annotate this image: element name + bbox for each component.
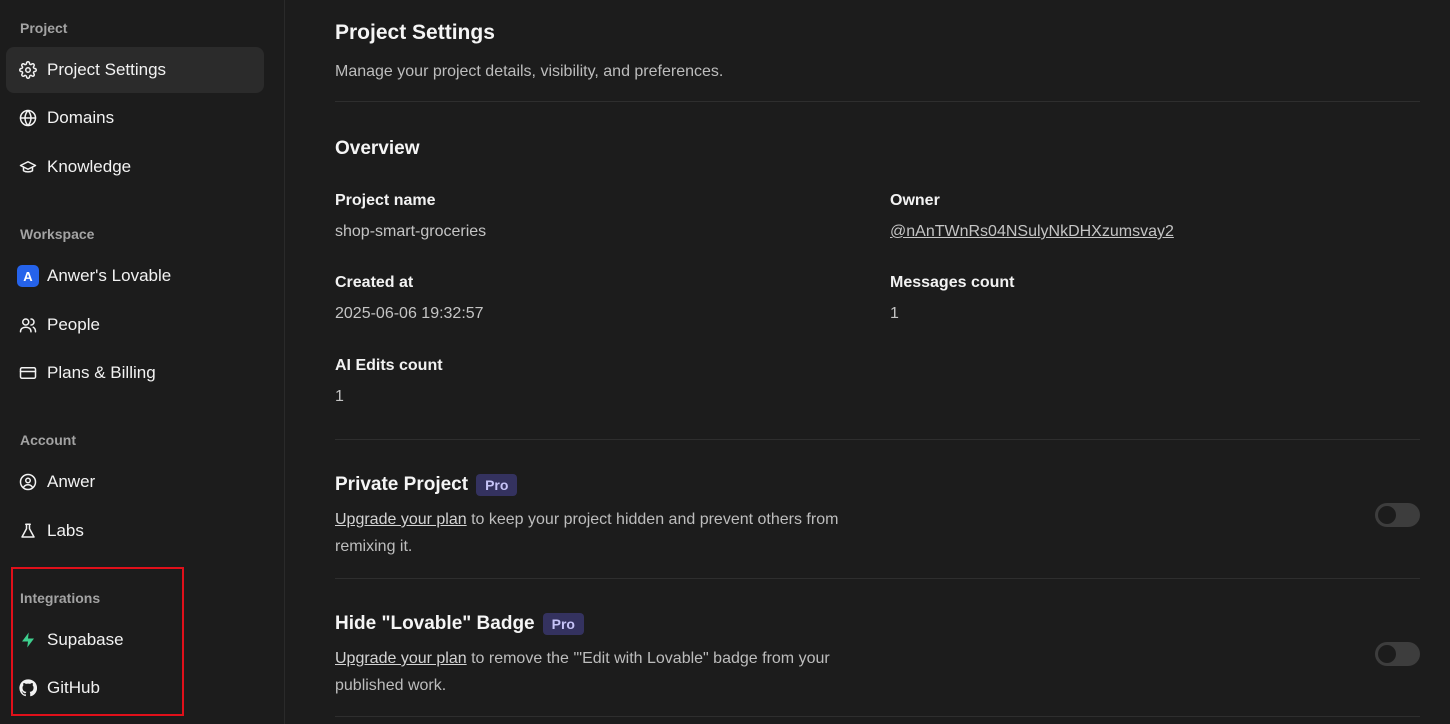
sidebar-section-project: Project [20, 20, 68, 36]
private-project-title: Private Project Pro [335, 474, 518, 496]
page-title: Project Settings [335, 21, 495, 44]
messages-count-value: 1 [890, 305, 899, 322]
divider [335, 439, 1420, 440]
pro-badge: Pro [542, 613, 584, 635]
divider [335, 101, 1420, 102]
user-circle-icon [19, 473, 37, 491]
sidebar-section-account: Account [20, 432, 76, 448]
page-subtitle: Manage your project details, visibility,… [335, 63, 724, 80]
hide-badge-toggle[interactable] [1375, 642, 1420, 666]
sidebar-item-label: People [47, 315, 100, 334]
messages-count-label: Messages count [890, 274, 1015, 291]
globe-icon [19, 109, 37, 127]
sidebar: Project Project Settings Domains Knowled… [0, 0, 285, 724]
sidebar-item-label: Labs [47, 521, 84, 540]
sidebar-item-label: Domains [47, 108, 115, 127]
sidebar-item-plans-billing[interactable]: Plans & Billing [6, 350, 264, 396]
sidebar-item-workspace[interactable]: A Anwer's Lovable [6, 253, 264, 299]
sidebar-item-label: Anwer's Lovable [47, 266, 172, 285]
project-name-label: Project name [335, 192, 436, 209]
sidebar-section-workspace: Workspace [20, 226, 95, 242]
project-name-value: shop-smart-groceries [335, 223, 487, 240]
sidebar-item-domains[interactable]: Domains [6, 95, 264, 141]
toggle-knob [1378, 645, 1396, 663]
sidebar-item-label: GitHub [47, 678, 100, 697]
pro-badge: Pro [476, 474, 518, 496]
sidebar-item-label: Plans & Billing [47, 363, 156, 382]
hide-badge-title: Hide "Lovable" Badge Pro [335, 613, 584, 635]
sidebar-item-label: Project Settings [47, 60, 167, 79]
created-at-value: 2025-06-06 19:32:57 [335, 305, 484, 322]
owner-link[interactable]: @nAnTWnRs04NSulyNkDHXzumsvay2 [890, 223, 1174, 241]
gear-icon [19, 61, 37, 79]
owner-label: Owner [890, 192, 940, 209]
sidebar-item-supabase[interactable]: Supabase [6, 617, 264, 663]
upgrade-plan-link[interactable]: Upgrade your plan [335, 511, 467, 528]
ai-edits-count-value: 1 [335, 388, 344, 405]
main-content: Project Settings Manage your project det… [285, 0, 1450, 724]
credit-card-icon [19, 364, 37, 382]
sidebar-item-project-settings[interactable]: Project Settings [6, 47, 264, 93]
created-at-label: Created at [335, 274, 414, 291]
sidebar-item-labs[interactable]: Labs [6, 508, 264, 554]
sidebar-section-integrations: Integrations [20, 590, 101, 606]
sidebar-item-label: Knowledge [47, 157, 132, 176]
sidebar-item-people[interactable]: People [6, 302, 264, 348]
ai-edits-count-label: AI Edits count [335, 357, 443, 374]
private-project-toggle[interactable] [1375, 503, 1420, 527]
supabase-icon [19, 631, 37, 649]
flask-icon [19, 522, 37, 540]
graduation-cap-icon [19, 158, 37, 176]
sidebar-item-label: Supabase [47, 630, 124, 649]
divider [335, 716, 1420, 717]
sidebar-item-account[interactable]: Anwer [6, 459, 264, 505]
divider [335, 578, 1420, 579]
sidebar-item-knowledge[interactable]: Knowledge [6, 144, 264, 190]
settings-app: Project Project Settings Domains Knowled… [0, 0, 1450, 724]
users-icon [19, 316, 37, 334]
hide-badge-title-text: Hide "Lovable" Badge [335, 613, 535, 634]
toggle-knob [1378, 506, 1396, 524]
workspace-avatar: A [17, 265, 39, 287]
private-project-title-text: Private Project [335, 474, 469, 495]
sidebar-item-github[interactable]: GitHub [6, 665, 264, 711]
hide-badge-description: Upgrade your plan to remove the '"Edit w… [335, 645, 875, 699]
sidebar-item-label: Anwer [47, 472, 96, 491]
private-project-description: Upgrade your plan to keep your project h… [335, 506, 875, 560]
overview-heading: Overview [335, 138, 420, 159]
github-icon [19, 679, 37, 697]
upgrade-plan-link[interactable]: Upgrade your plan [335, 650, 467, 667]
